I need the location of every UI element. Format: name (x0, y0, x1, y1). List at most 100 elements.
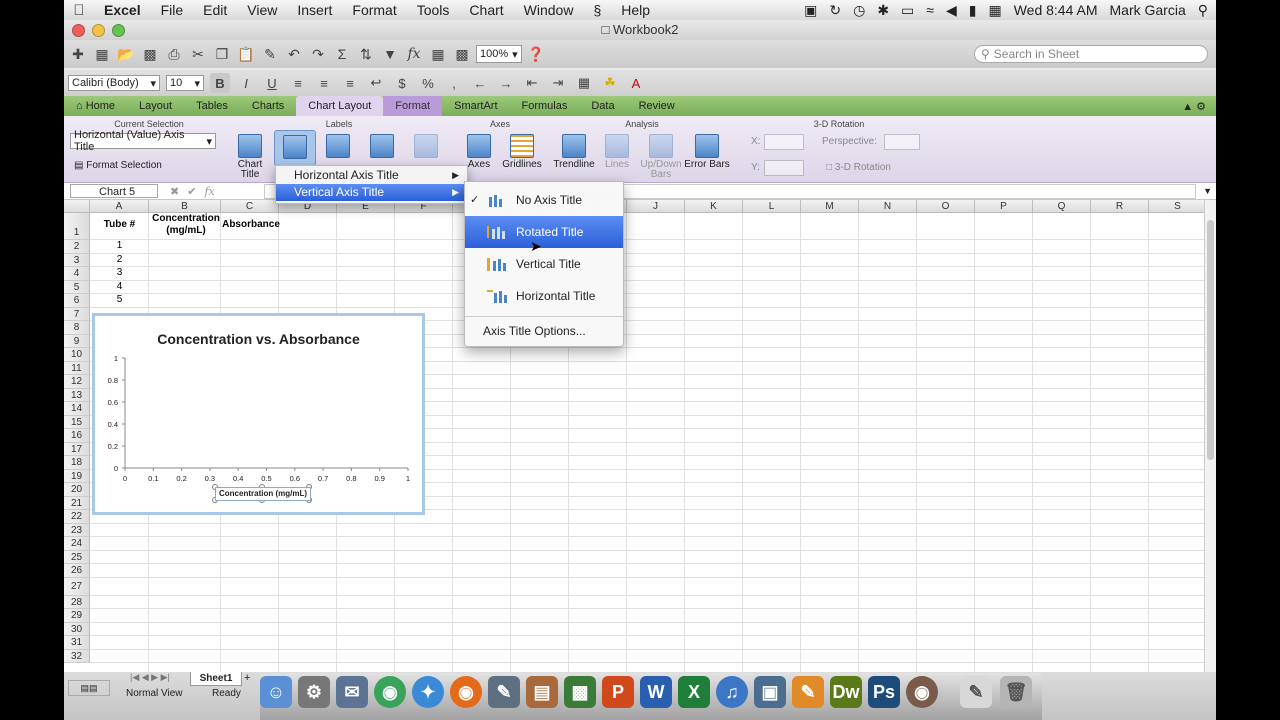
view-toggle-icon[interactable]: ▤▤ (68, 680, 110, 696)
save-icon[interactable]: ▩ (140, 44, 160, 64)
powerpoint-icon[interactable]: P (602, 676, 634, 708)
zoom-button[interactable] (112, 24, 125, 37)
ribbon-collapse-icon[interactable]: ▲ ⚙ (1182, 100, 1206, 113)
row-header-26[interactable]: 26 (64, 564, 90, 578)
row-header-15[interactable]: 15 (64, 415, 90, 429)
current-selection-select[interactable]: Horizontal (Value) Axis Title ▾ (70, 129, 216, 153)
menu-help[interactable]: Help (611, 2, 660, 18)
search-field[interactable]: ⚲ Search in Sheet (974, 45, 1208, 63)
row-header-4[interactable]: 4 (64, 267, 90, 281)
cut-icon[interactable]: ✂ (188, 44, 208, 64)
font-color-icon[interactable]: A (626, 73, 646, 93)
row-header-30[interactable]: 30 (64, 622, 90, 636)
row-header-14[interactable]: 14 (64, 402, 90, 416)
apple-icon[interactable]:  (64, 2, 94, 19)
scroll-thumb[interactable] (1207, 220, 1214, 460)
column-header-m[interactable]: M (801, 200, 859, 213)
template-icon[interactable]: ▦ (92, 44, 112, 64)
row-header-1[interactable]: 1 (64, 213, 90, 240)
sort-icon[interactable]: ⇅ (356, 44, 376, 64)
chart-plot-area[interactable]: 0 0.1 0.2 0.3 0.4 0.5 0.6 0.7 0.8 0.9 1 0 0.2 0.4 0.6 0… (95, 316, 422, 512)
font-size-select[interactable]: 10 ▾ (166, 75, 204, 91)
sheet-tab-sheet1[interactable]: Sheet1 (190, 672, 242, 686)
print-icon[interactable]: ⎙ (164, 44, 184, 64)
row-header-3[interactable]: 3 (64, 253, 90, 267)
percent-icon[interactable]: % (418, 73, 438, 93)
3d-rotation-button[interactable]: □ 3-D Rotation (826, 162, 891, 173)
gallery-icon[interactable]: ▦ (428, 44, 448, 64)
menu-window[interactable]: Window (514, 2, 584, 18)
close-button[interactable] (72, 24, 85, 37)
row-header-22[interactable]: 22 (64, 510, 90, 524)
row-header-17[interactable]: 17 (64, 442, 90, 456)
row-header-7[interactable]: 7 (64, 307, 90, 321)
name-box[interactable]: Chart 5 (70, 184, 158, 198)
column-header-j[interactable]: J (627, 200, 685, 213)
menu-item-axis-title-options[interactable]: Axis Title Options... (465, 317, 623, 345)
spotlight-icon[interactable]: ⚲ (1198, 2, 1208, 19)
help-icon[interactable]: ❓ (526, 44, 546, 64)
firefox-icon[interactable]: ◉ (450, 676, 482, 708)
sync-icon[interactable]: ↻ (829, 2, 841, 19)
italic-button[interactable]: I (236, 73, 256, 93)
new-icon[interactable]: ✚ (68, 44, 88, 64)
clock[interactable]: Wed 8:44 AM (1014, 2, 1098, 18)
sheet-grid[interactable]: Tube # Concentration (mg/mL) Absorbance … (64, 200, 1204, 672)
itunes-icon[interactable]: ♫ (716, 676, 748, 708)
cell-a5[interactable]: 4 (90, 281, 149, 293)
gridlines-button[interactable]: Gridlines (500, 134, 544, 170)
cell-a1[interactable]: Tube # (90, 219, 149, 231)
menu-item-horizontal-axis-title[interactable]: Horizontal Axis Title ▶ (276, 167, 467, 184)
app-menu[interactable]: Excel (94, 2, 151, 18)
copy-icon[interactable]: ❐ (212, 44, 232, 64)
wifi-icon[interactable]: ≈ (926, 2, 934, 18)
tab-layout[interactable]: Layout (127, 96, 184, 116)
zoom-select[interactable]: 100% ▾ (476, 45, 522, 63)
error-bars-button[interactable]: Error Bars (684, 134, 730, 170)
menu-item-vertical-axis-title[interactable]: Vertical Axis Title ▶ (276, 184, 467, 201)
display-icon[interactable]: ▭ (901, 2, 914, 19)
toolbox-icon[interactable]: ▩ (452, 44, 472, 64)
word-icon[interactable]: W (640, 676, 672, 708)
chart-title-button[interactable]: Chart Title (232, 134, 268, 180)
menu-chart[interactable]: Chart (459, 2, 513, 18)
align-center-icon[interactable]: ≡ (314, 73, 334, 93)
axis-titles-button[interactable] (274, 130, 316, 166)
column-header-n[interactable]: N (859, 200, 917, 213)
column-header-r[interactable]: R (1091, 200, 1149, 213)
tab-data[interactable]: Data (579, 96, 626, 116)
menu-item-no-axis-title[interactable]: ✓ No Axis Title (465, 184, 623, 216)
column-header-s[interactable]: S (1149, 200, 1204, 213)
row-header-11[interactable]: 11 (64, 361, 90, 375)
tab-formulas[interactable]: Formulas (510, 96, 580, 116)
cell-a2[interactable]: 1 (90, 240, 149, 252)
underline-button[interactable]: U (262, 73, 282, 93)
finder-icon[interactable]: ☺ (260, 676, 292, 708)
user-name[interactable]: Mark Garcia (1110, 2, 1186, 18)
chrome-icon[interactable]: ◉ (374, 676, 406, 708)
tab-home[interactable]: ⌂ Home (64, 96, 127, 116)
font-select[interactable]: Calibri (Body) ▾ (68, 75, 160, 91)
row-header-21[interactable]: 21 (64, 496, 90, 510)
cell-a6[interactable]: 5 (90, 294, 149, 306)
enter-icon[interactable]: ✔ (187, 185, 196, 198)
decrease-decimal-icon[interactable]: → (496, 73, 516, 93)
brushes-icon[interactable]: ✎ (960, 676, 992, 708)
bold-button[interactable]: B (210, 73, 230, 93)
row-header-16[interactable]: 16 (64, 429, 90, 443)
currency-icon[interactable]: $ (392, 73, 412, 93)
tab-smartart[interactable]: SmartArt (442, 96, 509, 116)
menu-item-horizontal-title[interactable]: Horizontal Title (465, 280, 623, 312)
updown-bars-button[interactable]: Up/Down Bars (638, 134, 684, 180)
axes-button[interactable]: Axes (464, 134, 494, 170)
borders-icon[interactable]: ▦ (574, 73, 594, 93)
cell-b1[interactable]: Concentration (mg/mL) (150, 213, 222, 237)
battery-icon[interactable]: ▮ (969, 2, 977, 19)
decrease-indent-icon[interactable]: ⇤ (522, 73, 542, 93)
photo-booth-icon[interactable]: ◉ (906, 676, 938, 708)
cell-c1[interactable]: Absorbance (222, 219, 280, 231)
row-header-24[interactable]: 24 (64, 537, 90, 551)
row-header-23[interactable]: 23 (64, 523, 90, 537)
format-painter-icon[interactable]: ✎ (260, 44, 280, 64)
row-header-18[interactable]: 18 (64, 456, 90, 470)
